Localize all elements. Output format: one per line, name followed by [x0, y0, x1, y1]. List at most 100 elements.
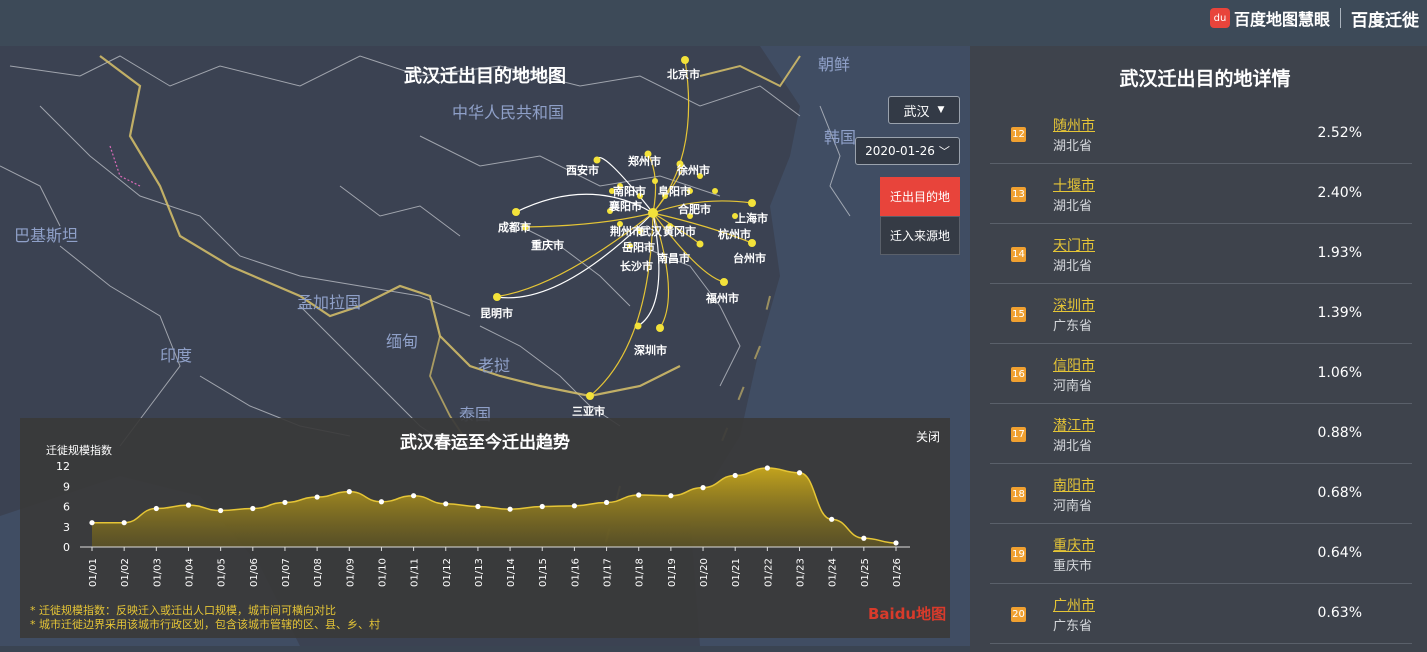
list-item[interactable]: 12 随州市 湖北省 2.52% [990, 104, 1412, 164]
city-label[interactable]: 襄阳市 [609, 198, 642, 214]
brand-qianxi[interactable]: 百度迁徙 [1351, 6, 1419, 31]
city-label[interactable]: 岳阳市 [622, 239, 655, 255]
city-label[interactable]: 台州市 [733, 250, 766, 266]
destination-province: 湖北省 [1053, 439, 1093, 454]
destination-province: 重庆市 [1053, 559, 1093, 574]
city-label[interactable]: 深圳市 [634, 342, 667, 358]
list-item[interactable]: 15 深圳市广东省 1.39% [990, 284, 1412, 344]
share-value: 2.40% [1317, 185, 1362, 201]
list-item[interactable]: 13 十堰市 湖北省 2.40% [990, 164, 1412, 224]
date-select-value: 2020-01-26 [865, 144, 935, 158]
tab-outbound-destinations[interactable]: 迁出目的地 [880, 177, 960, 216]
city-label[interactable]: 长沙市 [620, 258, 653, 274]
city-label[interactable]: 重庆市 [531, 237, 564, 253]
details-panel: 武汉迁出目的地详情 12 随州市 湖北省 2.52% 13 十堰市 湖北省 2.40% 14 天门… [970, 46, 1427, 652]
list-item[interactable]: 17 潜江市 湖北省 0.88% [990, 404, 1412, 464]
city-label[interactable]: 武汉 [640, 223, 662, 239]
data-point [89, 520, 95, 526]
data-point [861, 535, 867, 541]
x-tick-label: 01/02 [120, 558, 131, 587]
rank-badge: 20 [1011, 607, 1026, 622]
destination-city-link[interactable]: 信阳市 [1053, 355, 1095, 375]
data-point [378, 499, 385, 505]
city-label[interactable]: 昆明市 [480, 305, 513, 321]
data-point [571, 503, 578, 509]
city-label[interactable]: 荆州市 [610, 223, 643, 239]
city-label[interactable]: 三亚市 [572, 403, 605, 419]
destination-city-link[interactable]: 随州市 [1053, 115, 1095, 135]
data-point [443, 501, 449, 507]
data-point [603, 499, 610, 506]
destination-province: 河南省 [1053, 379, 1093, 394]
rank-badge: 13 [1011, 187, 1026, 202]
x-tick-label: 01/19 [667, 558, 678, 587]
city-label[interactable]: 杭州市 [718, 226, 751, 242]
city-label[interactable]: 郑州市 [628, 153, 661, 169]
share-value: 2.52% [1317, 125, 1362, 141]
data-point [218, 507, 224, 514]
rank-badge: 15 [1011, 307, 1026, 322]
x-tick-label: 01/09 [345, 558, 356, 587]
destination-province: 广东省 [1053, 319, 1093, 334]
city-label[interactable]: 西安市 [566, 162, 599, 178]
x-tick-label: 01/21 [731, 558, 742, 587]
destination-province: 广东省 [1053, 619, 1093, 634]
baidu-map-logo-icon: du [1209, 8, 1230, 28]
city-select[interactable]: 武汉 ▼ [888, 96, 960, 124]
x-tick-label: 01/11 [410, 558, 421, 587]
note-line: * 迁徙规模指数：反映迁入或迁出人口规模，城市间可横向对比 [30, 604, 336, 617]
city-label[interactable]: 徐州市 [677, 162, 710, 178]
destination-city-link[interactable]: 南阳市 [1053, 475, 1095, 495]
close-button[interactable]: 关闭 [916, 428, 940, 445]
city-label[interactable]: 南阳市 [613, 183, 646, 199]
destination-city-link[interactable]: 重庆市 [1053, 535, 1095, 555]
x-tick-label: 01/16 [570, 558, 581, 587]
country-label: 孟加拉国 [297, 293, 362, 312]
city-label[interactable]: 黄冈市 [663, 223, 696, 239]
list-item[interactable]: 20 广州市广东省 0.63% [990, 584, 1412, 644]
caret-down-icon: ▼ [937, 105, 945, 115]
data-point [250, 505, 256, 512]
brand[interactable]: du 百度地图慧眼 百度迁徙 [1209, 6, 1419, 31]
data-point [829, 516, 835, 522]
country-label: 朝鲜 [818, 55, 851, 74]
list-item[interactable]: 16 信阳市 河南省 1.06% [990, 344, 1412, 404]
country-label: 韩国 [824, 128, 857, 147]
data-point [893, 540, 899, 546]
city-label[interactable]: 合肥市 [678, 201, 711, 217]
city-label[interactable]: 上海市 [735, 210, 768, 226]
city-label[interactable]: 成都市 [498, 219, 531, 235]
x-tick-label: 01/20 [699, 558, 710, 587]
x-tick-label: 01/14 [506, 558, 517, 587]
data-point [796, 470, 803, 476]
list-item[interactable]: 14 天门市 湖北省 1.93% [990, 224, 1412, 284]
city-label[interactable]: 阜阳市 [658, 183, 691, 199]
destination-city-link[interactable]: 深圳市 [1053, 295, 1095, 315]
tab-inbound-sources[interactable]: 迁入来源地 [880, 216, 960, 255]
x-tick-label: 01/12 [442, 558, 453, 587]
list-item[interactable]: 19 重庆市 重庆市 0.64% [990, 524, 1412, 584]
city-label[interactable]: 南昌市 [657, 250, 690, 266]
city-label[interactable]: 北京市 [667, 66, 700, 82]
y-tick-label: 3 [63, 521, 70, 534]
destination-city-link[interactable]: 十堰市 [1053, 175, 1095, 195]
country-label: 印度 [160, 346, 193, 365]
share-value: 0.64% [1317, 545, 1362, 561]
city-label[interactable]: 福州市 [706, 290, 739, 306]
destination-city-link[interactable]: 潜江市 [1053, 415, 1095, 435]
y-tick-label: 12 [56, 460, 70, 473]
rank-badge: 17 [1011, 427, 1026, 442]
data-point [636, 492, 642, 498]
x-tick-label: 01/03 [152, 558, 163, 587]
x-tick-label: 01/01 [88, 558, 99, 587]
destination-city-link[interactable]: 天门市 [1053, 235, 1095, 255]
brand-huiyan[interactable]: 百度地图慧眼 [1234, 6, 1330, 30]
x-tick-label: 01/13 [474, 558, 485, 587]
list-item[interactable]: 18 南阳市 河南省 0.68% [990, 464, 1412, 524]
date-select[interactable]: 2020-01-26 ﹀ [855, 137, 960, 165]
share-value: 1.39% [1317, 305, 1362, 321]
data-point [153, 505, 159, 512]
chevron-down-icon: ﹀ [938, 145, 950, 158]
destination-city-link[interactable]: 广州市 [1053, 595, 1095, 615]
share-value: 0.63% [1317, 605, 1362, 621]
